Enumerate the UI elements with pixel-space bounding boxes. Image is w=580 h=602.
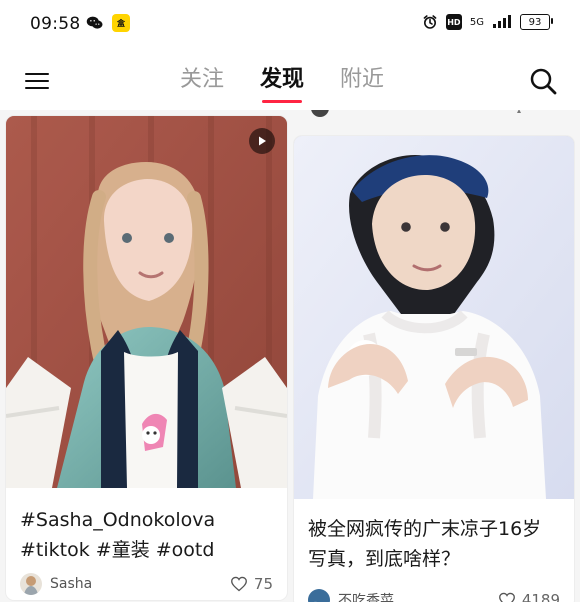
like-count: 4189 [521, 591, 560, 602]
like-count: 75 [253, 575, 273, 593]
video-badge [249, 128, 275, 154]
username[interactable]: Sasha [50, 576, 92, 592]
status-left-icons: 盒 [86, 14, 130, 32]
feed-card[interactable]: 被全网疯传的广末凉子16岁写真，到底啥样？ 不吃香菜 4189 [294, 136, 574, 602]
status-bar: 09:58 盒 HD 5G 93 [0, 0, 580, 52]
yellow-app-badge-icon: 盒 [112, 14, 130, 32]
tab-discover[interactable]: 发现 [260, 66, 305, 103]
likes[interactable]: 4189 [498, 591, 560, 602]
likes[interactable]: 75 [230, 575, 273, 593]
wechat-icon [86, 16, 103, 29]
heart-icon[interactable] [230, 576, 248, 592]
avatar[interactable] [308, 589, 330, 602]
signal-icon [493, 15, 511, 28]
active-tab-indicator [262, 100, 303, 103]
network-label: 5G [469, 16, 484, 28]
card-title[interactable]: #Sasha_Odnokolova #tiktok #童装 #ootd [20, 505, 273, 565]
discover-feed: #Sasha_Odnokolova #tiktok #童装 #ootd Sash… [0, 110, 580, 602]
previous-card-fragment [294, 110, 574, 128]
status-right-icons: HD 5G 93 [422, 14, 553, 30]
status-time: 09:58 [30, 14, 81, 34]
card-footer: 不吃香菜 4189 [308, 588, 560, 602]
card-user[interactable]: 不吃香菜 [308, 589, 394, 602]
username[interactable]: 不吃香菜 [338, 590, 394, 602]
card-title[interactable]: 被全网疯传的广末凉子16岁写真，到底啥样？ [308, 514, 560, 574]
avatar[interactable] [20, 573, 42, 595]
hamburger-menu-icon[interactable] [22, 68, 52, 94]
heart-icon[interactable] [498, 592, 516, 602]
card-image[interactable] [6, 116, 287, 488]
battery-indicator: 93 [520, 14, 553, 30]
tab-label: 发现 [260, 67, 305, 92]
nav-tabs: 关注 发现 附近 [180, 66, 384, 103]
tab-follow[interactable]: 关注 [180, 66, 224, 94]
tab-label: 附近 [340, 67, 385, 92]
tab-nearby[interactable]: 附近 [340, 66, 384, 94]
tab-label: 关注 [180, 67, 225, 92]
app-header: 关注 发现 附近 [0, 52, 580, 110]
hd-badge: HD [445, 14, 462, 30]
alarm-icon [423, 15, 437, 29]
feed-card[interactable]: #Sasha_Odnokolova #tiktok #童装 #ootd Sash… [6, 116, 287, 600]
search-icon[interactable] [528, 66, 558, 96]
card-image[interactable] [294, 136, 574, 499]
card-footer: Sasha 75 [20, 572, 273, 596]
card-user[interactable]: Sasha [20, 573, 92, 595]
